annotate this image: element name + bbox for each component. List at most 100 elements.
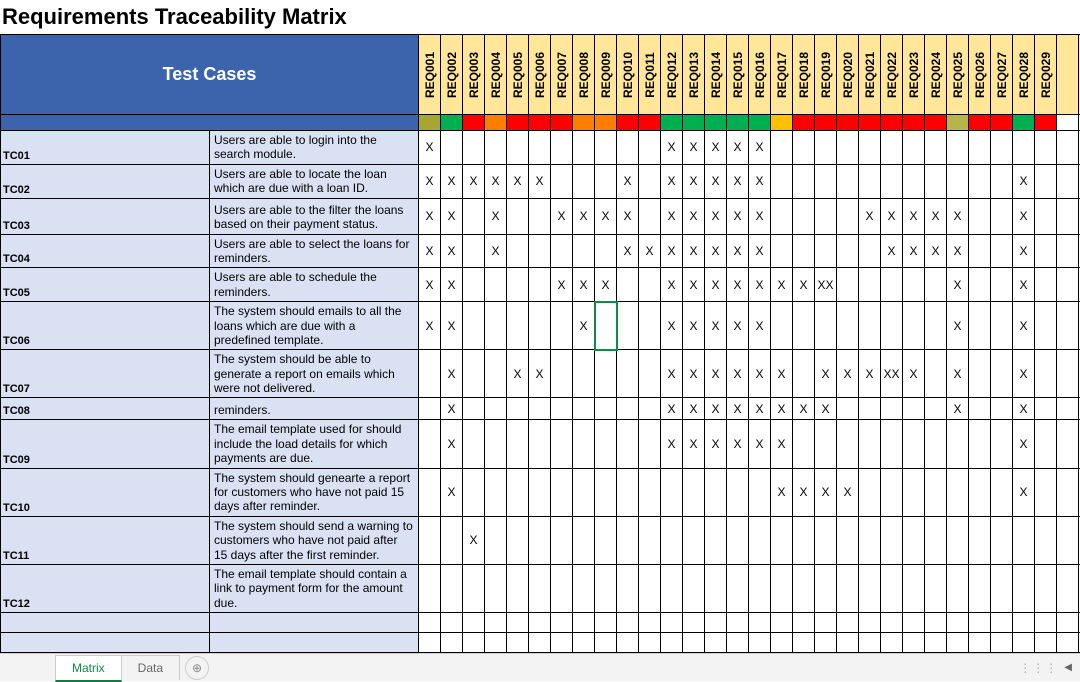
matrix-cell[interactable] xyxy=(815,516,837,564)
matrix-cell[interactable] xyxy=(661,613,683,633)
matrix-cell[interactable] xyxy=(507,131,529,165)
matrix-cell[interactable] xyxy=(529,131,551,165)
matrix-cell[interactable]: X xyxy=(661,234,683,268)
matrix-cell[interactable]: X xyxy=(925,234,947,268)
matrix-cell[interactable] xyxy=(1035,198,1057,234)
matrix-cell[interactable]: X xyxy=(441,164,463,198)
matrix-cell[interactable]: X xyxy=(705,164,727,198)
matrix-cell[interactable] xyxy=(815,131,837,165)
matrix-cell[interactable] xyxy=(793,420,815,468)
matrix-cell[interactable]: X xyxy=(705,234,727,268)
matrix-cell[interactable] xyxy=(881,164,903,198)
matrix-cell[interactable] xyxy=(859,468,881,516)
matrix-cell[interactable] xyxy=(683,468,705,516)
matrix-cell[interactable] xyxy=(617,398,639,420)
matrix-cell[interactable]: X xyxy=(419,302,441,350)
matrix-cell[interactable] xyxy=(771,516,793,564)
matrix-cell[interactable] xyxy=(969,420,991,468)
matrix-cell[interactable] xyxy=(573,131,595,165)
matrix-cell[interactable] xyxy=(991,234,1013,268)
matrix-cell[interactable] xyxy=(441,131,463,165)
matrix-cell[interactable] xyxy=(947,613,969,633)
matrix-cell[interactable] xyxy=(793,633,815,653)
matrix-cell[interactable] xyxy=(969,516,991,564)
matrix-cell[interactable] xyxy=(661,468,683,516)
matrix-cell[interactable] xyxy=(771,564,793,612)
matrix-cell[interactable] xyxy=(595,398,617,420)
matrix-cell[interactable] xyxy=(969,131,991,165)
matrix-cell[interactable]: X xyxy=(925,198,947,234)
matrix-cell[interactable]: X xyxy=(771,420,793,468)
matrix-cell[interactable]: X xyxy=(749,398,771,420)
matrix-cell[interactable]: X xyxy=(617,198,639,234)
matrix-cell[interactable] xyxy=(507,398,529,420)
matrix-cell[interactable] xyxy=(485,131,507,165)
matrix-cell[interactable] xyxy=(595,420,617,468)
matrix-cell[interactable]: X xyxy=(705,268,727,302)
matrix-cell[interactable]: X xyxy=(771,468,793,516)
matrix-cell[interactable]: X xyxy=(507,350,529,398)
matrix-cell[interactable] xyxy=(815,198,837,234)
matrix-cell[interactable] xyxy=(595,613,617,633)
matrix-cell[interactable] xyxy=(507,234,529,268)
matrix-cell[interactable]: X xyxy=(441,198,463,234)
matrix-cell[interactable] xyxy=(617,268,639,302)
matrix-cell[interactable] xyxy=(639,268,661,302)
matrix-cell[interactable]: X xyxy=(881,234,903,268)
matrix-cell[interactable] xyxy=(463,234,485,268)
matrix-cell[interactable]: X xyxy=(771,350,793,398)
matrix-cell[interactable]: X xyxy=(595,198,617,234)
matrix-cell[interactable] xyxy=(705,633,727,653)
matrix-cell[interactable]: X xyxy=(683,398,705,420)
matrix-cell[interactable] xyxy=(507,564,529,612)
matrix-cell[interactable]: X xyxy=(859,350,881,398)
matrix-cell[interactable] xyxy=(1035,131,1057,165)
matrix-cell[interactable] xyxy=(881,420,903,468)
matrix-cell[interactable]: X xyxy=(815,398,837,420)
matrix-cell[interactable]: X xyxy=(441,398,463,420)
matrix-cell[interactable] xyxy=(837,234,859,268)
matrix-cell[interactable] xyxy=(573,164,595,198)
matrix-cell[interactable]: X xyxy=(881,198,903,234)
matrix-cell[interactable] xyxy=(1057,564,1079,612)
matrix-cell[interactable] xyxy=(837,198,859,234)
matrix-cell[interactable] xyxy=(551,516,573,564)
add-sheet-button[interactable]: ⊕ xyxy=(185,656,209,680)
matrix-cell[interactable]: X xyxy=(903,198,925,234)
matrix-cell[interactable]: X xyxy=(749,164,771,198)
matrix-cell[interactable] xyxy=(815,633,837,653)
matrix-cell[interactable] xyxy=(991,633,1013,653)
matrix-cell[interactable] xyxy=(969,633,991,653)
matrix-cell[interactable] xyxy=(969,564,991,612)
matrix-cell[interactable] xyxy=(419,468,441,516)
matrix-cell[interactable] xyxy=(485,613,507,633)
matrix-cell[interactable] xyxy=(507,198,529,234)
matrix-cell[interactable]: X xyxy=(661,198,683,234)
matrix-cell[interactable] xyxy=(1057,633,1079,653)
matrix-cell[interactable] xyxy=(1013,564,1035,612)
matrix-cell[interactable] xyxy=(551,468,573,516)
matrix-cell[interactable]: X xyxy=(793,468,815,516)
matrix-cell[interactable] xyxy=(749,633,771,653)
matrix-cell[interactable]: X xyxy=(947,350,969,398)
matrix-cell[interactable]: X xyxy=(837,468,859,516)
matrix-cell[interactable]: X xyxy=(463,516,485,564)
matrix-cell[interactable] xyxy=(925,564,947,612)
matrix-cell[interactable] xyxy=(1057,302,1079,350)
matrix-cell[interactable] xyxy=(991,131,1013,165)
matrix-cell[interactable]: X xyxy=(705,302,727,350)
matrix-cell[interactable] xyxy=(903,613,925,633)
matrix-cell[interactable] xyxy=(749,516,771,564)
matrix-cell[interactable] xyxy=(1013,613,1035,633)
matrix-cell[interactable] xyxy=(595,468,617,516)
matrix-cell[interactable]: X xyxy=(683,302,705,350)
matrix-cell[interactable]: X xyxy=(485,234,507,268)
matrix-cell[interactable]: X xyxy=(1013,234,1035,268)
matrix-cell[interactable]: X xyxy=(815,350,837,398)
matrix-cell[interactable]: X xyxy=(771,398,793,420)
matrix-cell[interactable] xyxy=(881,564,903,612)
matrix-cell[interactable] xyxy=(1035,516,1057,564)
matrix-cell[interactable] xyxy=(661,516,683,564)
matrix-cell[interactable]: X xyxy=(529,164,551,198)
matrix-cell[interactable] xyxy=(595,516,617,564)
